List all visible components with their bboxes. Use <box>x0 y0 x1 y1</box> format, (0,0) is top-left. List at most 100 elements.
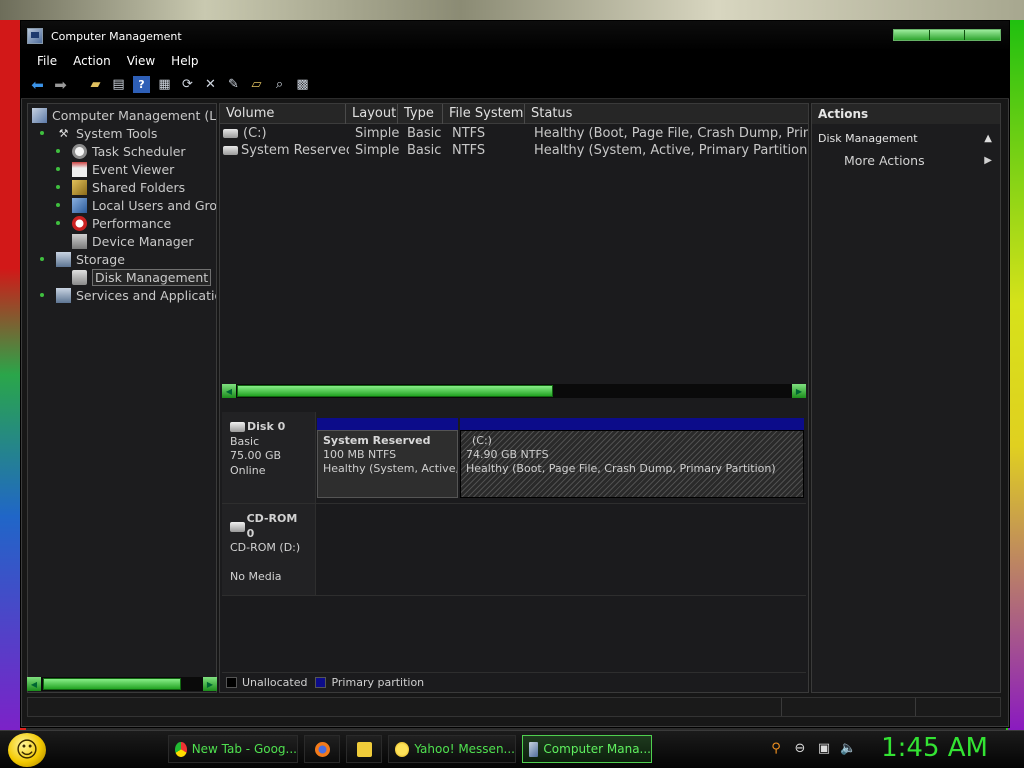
window-title: Computer Management <box>51 29 182 43</box>
collapse-up-icon[interactable]: ▲ <box>984 128 992 150</box>
partition-system-reserved[interactable]: System Reserved 100 MB NTFS Healthy (Sys… <box>317 418 458 498</box>
volume-horizontal-scrollbar[interactable]: ◀ ▶ <box>222 384 806 398</box>
tree-item-performance[interactable]: Performance <box>56 214 171 232</box>
search-icon[interactable]: ⚲ <box>768 741 784 757</box>
minimize-button[interactable] <box>894 30 930 40</box>
taskbar-item-firefox[interactable] <box>304 735 340 763</box>
taskbar-item-explorer[interactable] <box>346 735 382 763</box>
computer-management-icon <box>529 741 539 757</box>
scroll-track[interactable] <box>41 677 203 691</box>
scroll-right-button[interactable]: ▶ <box>203 677 217 691</box>
expand-bullet-icon[interactable] <box>56 185 60 189</box>
help-icon[interactable]: ? <box>133 76 150 93</box>
tree-item-local-users[interactable]: Local Users and Grou <box>56 196 216 214</box>
tree-item-device-manager[interactable]: Device Manager <box>72 232 194 250</box>
partition-status: Healthy (System, Active, P <box>323 462 458 475</box>
volume-fs: NTFS <box>452 143 486 158</box>
tree-item-services[interactable]: Services and Applications <box>40 286 216 304</box>
disk-name: CD-ROM 0 <box>246 512 298 540</box>
disk-graphical-view: Disk 0 Basic 75.00 GB Online System Rese… <box>222 406 806 596</box>
title-bar[interactable]: Computer Management <box>21 21 1009 51</box>
start-button-smiley-icon[interactable]: ☺ <box>8 733 46 767</box>
expand-bullet-icon[interactable] <box>40 257 44 261</box>
expand-bullet-icon[interactable] <box>56 203 60 207</box>
actions-section-disk-management[interactable]: Disk Management ▲ <box>812 128 1000 150</box>
tree-item-label: System Tools <box>76 125 158 141</box>
properties-icon[interactable]: ▦ <box>156 76 173 93</box>
settings-icon[interactable]: ▩ <box>294 76 311 93</box>
refresh-icon[interactable]: ⟳ <box>179 76 196 93</box>
maximize-button[interactable] <box>929 30 966 40</box>
tree-item-disk-management[interactable]: Disk Management <box>72 268 212 286</box>
tree-item-label: Event Viewer <box>92 161 175 177</box>
disk-row-cdrom[interactable]: CD-ROM 0 CD-ROM (D:) No Media <box>222 504 806 596</box>
disk-kind: CD-ROM (D:) <box>230 541 301 554</box>
expand-bullet-icon[interactable] <box>56 221 60 225</box>
tree-item-storage[interactable]: Storage <box>40 250 125 268</box>
menu-file[interactable]: File <box>29 54 65 68</box>
show-hide-tree-icon[interactable]: ▤ <box>110 76 127 93</box>
scroll-thumb[interactable] <box>43 678 181 690</box>
partition-legend: Unallocated Primary partition <box>222 672 806 692</box>
network-icon[interactable]: ▣ <box>816 741 832 757</box>
scroll-right-button[interactable]: ▶ <box>792 384 806 398</box>
partition-name: (C:) <box>472 434 492 447</box>
column-layout[interactable]: Layout <box>346 104 398 124</box>
scroll-left-button[interactable]: ◀ <box>27 677 41 691</box>
hard-disk-icon <box>230 422 245 433</box>
partition-body: System Reserved 100 MB NTFS Healthy (Sys… <box>317 430 458 498</box>
event-viewer-icon <box>72 161 87 177</box>
back-arrow-icon[interactable]: ⬅ <box>29 76 46 94</box>
more-actions-link[interactable]: More Actions ▶ <box>812 150 1000 172</box>
tree-item-shared-folders[interactable]: Shared Folders <box>56 178 185 196</box>
expand-bullet-icon[interactable] <box>40 293 44 297</box>
system-clock[interactable]: 1:45 AM <box>881 733 988 763</box>
tree-item-label: Computer Management (Loc <box>52 107 217 123</box>
column-status[interactable]: Status <box>525 104 808 124</box>
close-button[interactable] <box>965 30 1001 40</box>
open-icon[interactable]: ▱ <box>248 76 265 93</box>
scroll-track[interactable] <box>236 384 792 398</box>
partition-c-drive[interactable]: (C:) 74.90 GB NTFS Healthy (Boot, Page F… <box>460 418 804 498</box>
volume-type: Basic <box>407 143 442 158</box>
menu-help[interactable]: Help <box>163 54 206 68</box>
taskbar-item-computer-management[interactable]: Computer Mana... <box>522 735 652 763</box>
volume-icon[interactable]: 🔈 <box>840 741 856 757</box>
expand-bullet-icon[interactable] <box>56 149 60 153</box>
tree-item-computer-management[interactable]: Computer Management (Loc <box>32 106 217 124</box>
tree-item-system-tools[interactable]: ⚒ System Tools <box>40 124 157 142</box>
find-icon[interactable]: ⌕ <box>271 76 288 93</box>
chrome-icon <box>175 741 187 757</box>
volume-name: System Reserved <box>241 143 349 158</box>
tree-item-task-scheduler[interactable]: Task Scheduler <box>56 142 186 160</box>
desktop-wallpaper-top <box>0 0 1024 20</box>
minus-circle-icon[interactable]: ⊖ <box>792 741 808 757</box>
volume-status: Healthy (System, Active, Primary Partiti… <box>534 143 808 158</box>
column-volume[interactable]: Volume <box>220 104 346 124</box>
volume-row[interactable]: System Reserved Simple Basic NTFS Health… <box>220 142 808 159</box>
column-type[interactable]: Type <box>398 104 443 124</box>
tree-item-label: Shared Folders <box>92 179 186 195</box>
forward-arrow-icon[interactable]: ➡ <box>52 76 69 94</box>
volume-row[interactable]: (C:) Simple Basic NTFS Healthy (Boot, Pa… <box>220 125 808 142</box>
scroll-thumb[interactable] <box>237 385 553 397</box>
export-icon[interactable]: ✎ <box>225 76 242 93</box>
volume-status: Healthy (Boot, Page File, Crash Dump, Pr… <box>534 126 808 141</box>
expand-bullet-icon[interactable] <box>56 167 60 171</box>
explorer-icon <box>356 741 372 757</box>
column-file-system[interactable]: File System <box>443 104 525 124</box>
more-actions-label: More Actions <box>844 153 925 168</box>
folder-up-icon[interactable]: ▰ <box>87 76 104 93</box>
yahoo-messenger-icon <box>395 741 410 757</box>
delete-icon[interactable]: ✕ <box>202 76 219 93</box>
tree-horizontal-scrollbar[interactable]: ◀ ▶ <box>27 677 217 691</box>
menu-action[interactable]: Action <box>65 54 119 68</box>
disk-row-0[interactable]: Disk 0 Basic 75.00 GB Online System Rese… <box>222 412 806 504</box>
taskbar-item-chrome[interactable]: New Tab - Goog... <box>168 735 298 763</box>
menu-view[interactable]: View <box>119 54 163 68</box>
scroll-left-button[interactable]: ◀ <box>222 384 236 398</box>
taskbar-item-yahoo-messenger[interactable]: Yahoo! Messen... <box>388 735 516 763</box>
legend-primary: Primary partition <box>331 676 425 689</box>
expand-bullet-icon[interactable] <box>40 131 44 135</box>
tree-item-event-viewer[interactable]: Event Viewer <box>56 160 174 178</box>
